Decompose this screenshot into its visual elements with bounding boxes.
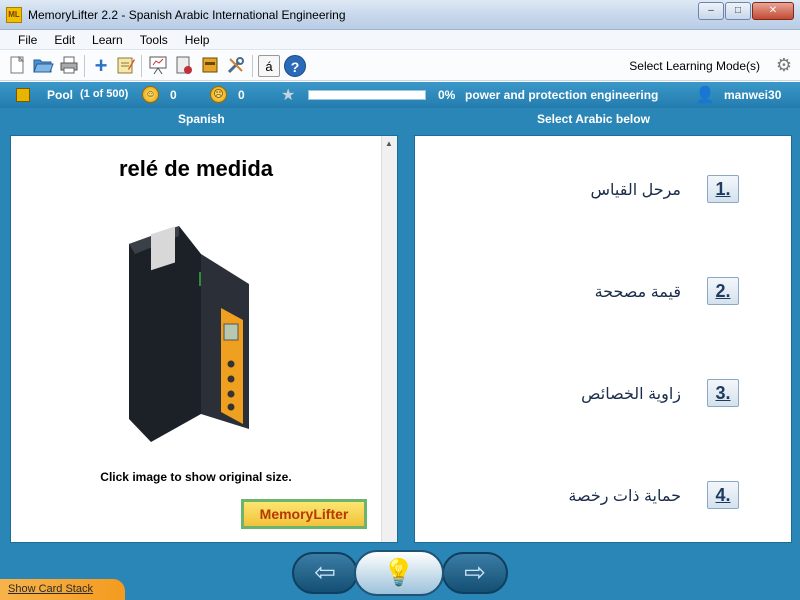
window-controls: – □ ✕: [697, 2, 794, 20]
previous-button[interactable]: ⇦: [292, 552, 358, 594]
help-icon[interactable]: ?: [284, 55, 306, 77]
question-panel: relé de medida Click image to show origi…: [10, 135, 398, 543]
progress-bar: [308, 90, 426, 100]
menu-learn[interactable]: Learn: [92, 33, 123, 47]
left-column-header: Spanish: [178, 112, 225, 126]
star-icon: ★: [281, 87, 296, 104]
new-icon[interactable]: [6, 55, 28, 77]
statistics-icon[interactable]: [173, 55, 195, 77]
maximize-button[interactable]: □: [725, 2, 751, 20]
navigation-bar: ⇦ ⇨ 💡: [292, 550, 508, 596]
open-icon[interactable]: [32, 55, 54, 77]
answer-text[interactable]: حماية ذات رخصة: [568, 486, 681, 506]
lightbulb-icon[interactable]: 💡: [354, 550, 444, 596]
toolbar-separator: [84, 55, 85, 77]
edit-icon[interactable]: [115, 55, 137, 77]
settings-icon[interactable]: [225, 55, 247, 77]
right-column-header: Select Arabic below: [537, 112, 650, 126]
answer-button-3[interactable]: 3.: [707, 379, 739, 407]
progress-text: 0%: [438, 88, 456, 102]
image-hint: Click image to show original size.: [100, 470, 292, 484]
learning-mode-label[interactable]: Select Learning Mode(s): [629, 59, 760, 73]
user-icon: 👤: [695, 87, 715, 104]
happy-count: 0: [170, 88, 177, 102]
toolbar-separator: [141, 55, 142, 77]
toolbar-separator: [252, 55, 253, 77]
happy-face-icon: ☺: [142, 86, 159, 103]
add-icon[interactable]: +: [90, 55, 112, 77]
scroll-up-icon[interactable]: ▲: [385, 139, 393, 148]
question-scrollbar[interactable]: ▲: [381, 136, 397, 542]
folder-icon[interactable]: [199, 55, 221, 77]
sad-count: 0: [238, 88, 245, 102]
answer-panel: مرحل القياس 1. قيمة مصححة 2. زاوية الخصا…: [414, 135, 792, 543]
next-button[interactable]: ⇨: [442, 552, 508, 594]
show-card-stack-link[interactable]: Show Card Stack: [0, 579, 125, 600]
print-icon[interactable]: [58, 55, 80, 77]
user-name: manwei30: [724, 88, 782, 102]
title-bar: ML MemoryLifter 2.2 - Spanish Arabic Int…: [0, 0, 800, 30]
window-title: MemoryLifter 2.2 - Spanish Arabic Intern…: [28, 8, 346, 22]
status-bar: Pool (1 of 500) ☺ 0 ☹ 0 ★ 0% power and p…: [0, 82, 800, 108]
answer-option[interactable]: زاوية الخصائص 3.: [415, 376, 793, 416]
pool-label: Pool: [47, 88, 73, 102]
answer-button-2[interactable]: 2.: [707, 277, 739, 305]
answer-text[interactable]: قيمة مصححة: [595, 282, 681, 302]
main-area: Pool (1 of 500) ☺ 0 ☹ 0 ★ 0% power and p…: [0, 82, 800, 600]
answer-button-1[interactable]: 1.: [707, 175, 739, 203]
menu-edit[interactable]: Edit: [54, 33, 75, 47]
menu-tools[interactable]: Tools: [140, 33, 168, 47]
menu-help[interactable]: Help: [185, 33, 210, 47]
close-button[interactable]: ✕: [752, 2, 794, 20]
answer-button-4[interactable]: 4.: [707, 481, 739, 509]
answer-option[interactable]: قيمة مصححة 2.: [415, 274, 793, 314]
question-image[interactable]: [121, 224, 271, 446]
question-text: relé de medida: [118, 156, 274, 181]
toolbar: + á ? Select Learning Mode(s) ⚙: [0, 51, 800, 81]
minimize-button[interactable]: –: [698, 2, 724, 20]
gear-icon[interactable]: ⚙: [776, 55, 792, 76]
memorylifter-logo: MemoryLifter: [241, 499, 367, 529]
pool-icon: [16, 88, 30, 102]
sad-face-icon: ☹: [210, 86, 227, 103]
answer-option[interactable]: حماية ذات رخصة 4.: [415, 478, 793, 518]
answer-text[interactable]: زاوية الخصائص: [581, 384, 681, 404]
menu-bar: File Edit Learn Tools Help: [0, 30, 800, 50]
special-char-icon[interactable]: á: [258, 55, 280, 77]
learning-module-name: power and protection engineering: [465, 88, 659, 102]
app-icon: ML: [6, 7, 22, 23]
answer-text[interactable]: مرحل القياس: [591, 180, 682, 200]
presentation-icon[interactable]: [147, 55, 169, 77]
pool-count: (1 of 500): [80, 88, 129, 100]
menu-file[interactable]: File: [18, 33, 37, 47]
answer-option[interactable]: مرحل القياس 1.: [415, 172, 793, 212]
